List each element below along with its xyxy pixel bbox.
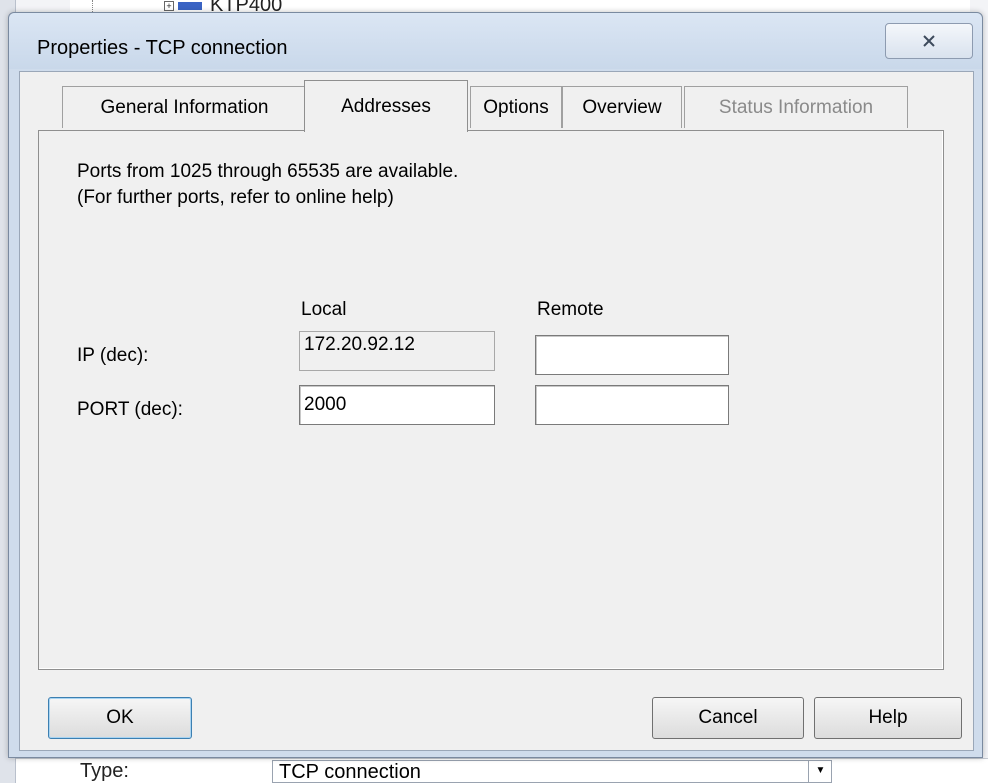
- addresses-panel: Ports from 1025 through 65535 are availa…: [38, 130, 944, 670]
- local-ip-field: 172.20.92.12: [299, 331, 495, 371]
- ports-help-text: (For further ports, refer to online help…: [77, 187, 394, 208]
- device-icon: [178, 1, 202, 10]
- ip-label: IP (dec):: [77, 345, 149, 366]
- tab-status-information: Status Information: [684, 86, 908, 128]
- tab-strip: General Information Addresses Options Ov…: [22, 80, 922, 134]
- tab-label: Status Information: [718, 96, 874, 118]
- remote-port-input[interactable]: [535, 385, 729, 425]
- remote-column-header: Remote: [537, 299, 604, 320]
- tab-label: General Information: [100, 96, 269, 118]
- ok-button[interactable]: OK: [48, 697, 192, 739]
- tab-general-information[interactable]: General Information: [62, 86, 307, 128]
- close-button[interactable]: [885, 23, 973, 59]
- tab-label: Addresses: [341, 95, 431, 117]
- close-icon: [923, 35, 935, 47]
- remote-ip-input[interactable]: [535, 335, 729, 375]
- ports-info-text: Ports from 1025 through 65535 are availa…: [77, 161, 459, 182]
- chevron-down-icon[interactable]: ▼: [808, 760, 832, 783]
- tab-label: Options: [483, 96, 549, 118]
- tab-label: Overview: [582, 96, 662, 118]
- tab-options[interactable]: Options: [470, 86, 562, 128]
- local-port-input[interactable]: [299, 385, 495, 425]
- background-type-field[interactable]: TCP connection: [272, 760, 832, 783]
- dialog-title: Properties - TCP connection: [37, 37, 288, 59]
- local-column-header: Local: [301, 299, 347, 320]
- port-label: PORT (dec):: [77, 399, 183, 420]
- cancel-button[interactable]: Cancel: [652, 697, 804, 739]
- dialog-titlebar[interactable]: Properties - TCP connection: [9, 13, 982, 69]
- background-type-label: Type:: [80, 760, 129, 782]
- expand-plus-icon[interactable]: +: [164, 0, 174, 11]
- help-button[interactable]: Help: [814, 697, 962, 739]
- tab-addresses[interactable]: Addresses: [304, 80, 468, 132]
- tab-overview[interactable]: Overview: [562, 86, 682, 128]
